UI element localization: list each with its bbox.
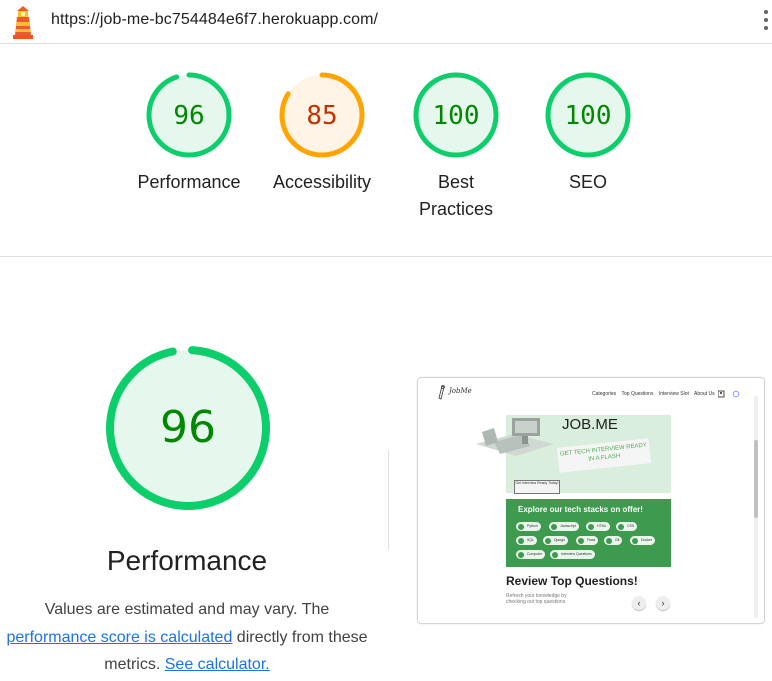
score-gauge-icon: 100 [545,72,631,158]
gauge-label: Best Practices [418,172,494,219]
gauge-0[interactable]: 96 Performance [129,69,249,196]
section-divider [0,256,772,257]
gauge-label: SEO [568,172,607,192]
gauge-1[interactable]: 85 Accessibility [262,69,382,196]
thumb-nav-link: Top Questions [621,391,654,397]
thumb-stacks-title: Explore our tech stacks on offer! [518,505,643,514]
thumb-nav-links: Categories Top Questions Interview Slot … [592,391,719,397]
thumb-stack-pill: Computer [516,550,546,559]
thumb-review-subtitle: Refresh your knowledge by checking out t… [506,593,567,605]
final-screenshot: JobMe Categories Top Questions Interview… [417,377,765,624]
desc-text: Values are estimated and may vary. The [44,601,330,618]
performance-score-link[interactable]: performance score is calculated [6,629,232,646]
page-url: https://job-me-bc754484e6f7.herokuapp.co… [51,11,379,28]
gauge-score: 100 [433,101,480,131]
jobme-logo-icon [438,385,445,400]
lighthouse-icon [13,6,33,39]
thumb-stack-pill: Git [604,536,623,545]
gauge-label: Accessibility [272,172,372,192]
score-gauge-icon: 85 [279,72,365,158]
thumb-scrollbar [754,396,758,618]
performance-heading: Performance [106,545,268,576]
gauge-score: 100 [565,101,612,131]
performance-score-large: 96 [160,402,216,453]
gauge-score: 96 [173,101,204,131]
thumb-navbar: JobMe Categories Top Questions Interview… [418,378,758,408]
vertical-divider [388,450,389,550]
performance-description: Values are estimated and may vary. The p… [0,596,374,679]
more-menu-icon[interactable] [762,10,770,36]
thumb-nav-link: Interview Slot [658,391,689,397]
thumb-stack-pill: Docker [630,536,656,545]
thumb-stack-pill: Interview Questions [550,550,595,559]
see-calculator-link[interactable]: See calculator. [165,656,270,673]
thumb-stack-pill: SQL [516,536,538,545]
performance-gauge-large: 96 [105,346,270,510]
gauge-score: 85 [306,101,337,131]
thumb-stack-pill: Javascript [549,522,579,531]
thumb-stack-pill: HTML [586,522,610,531]
thumb-stack-pill: CSS [616,522,638,531]
thumb-next-arrow-icon: › [656,596,670,610]
gauge-label: Performance [137,172,241,192]
thumb-stack-pill: Python [516,522,541,531]
thumb-hero-button: Get Interview Ready Today! [514,480,560,494]
gauge-3[interactable]: 100 SEO [528,69,648,196]
address-bar: https://job-me-bc754484e6f7.herokuapp.co… [0,0,772,44]
gauge-2[interactable]: 100 Best Practices [396,69,516,223]
thumb-nav-link: Categories [592,391,617,397]
thumb-logo-text: JobMe [449,387,472,395]
score-gauge-icon: 100 [413,72,499,158]
score-gauge-icon: 96 [146,72,232,158]
thumb-nav-link: About Us [694,391,715,397]
thumb-prev-arrow-icon: ‹ [632,596,646,610]
thumb-hero-title: JOB.ME [562,416,618,433]
thumb-review-title: Review Top Questions! [506,574,638,588]
thumb-nav-icons [718,390,740,398]
desk-illustration-icon [476,418,554,456]
thumb-stack-pill: Django [543,536,569,545]
thumb-stack-pill: Flask [576,536,599,545]
